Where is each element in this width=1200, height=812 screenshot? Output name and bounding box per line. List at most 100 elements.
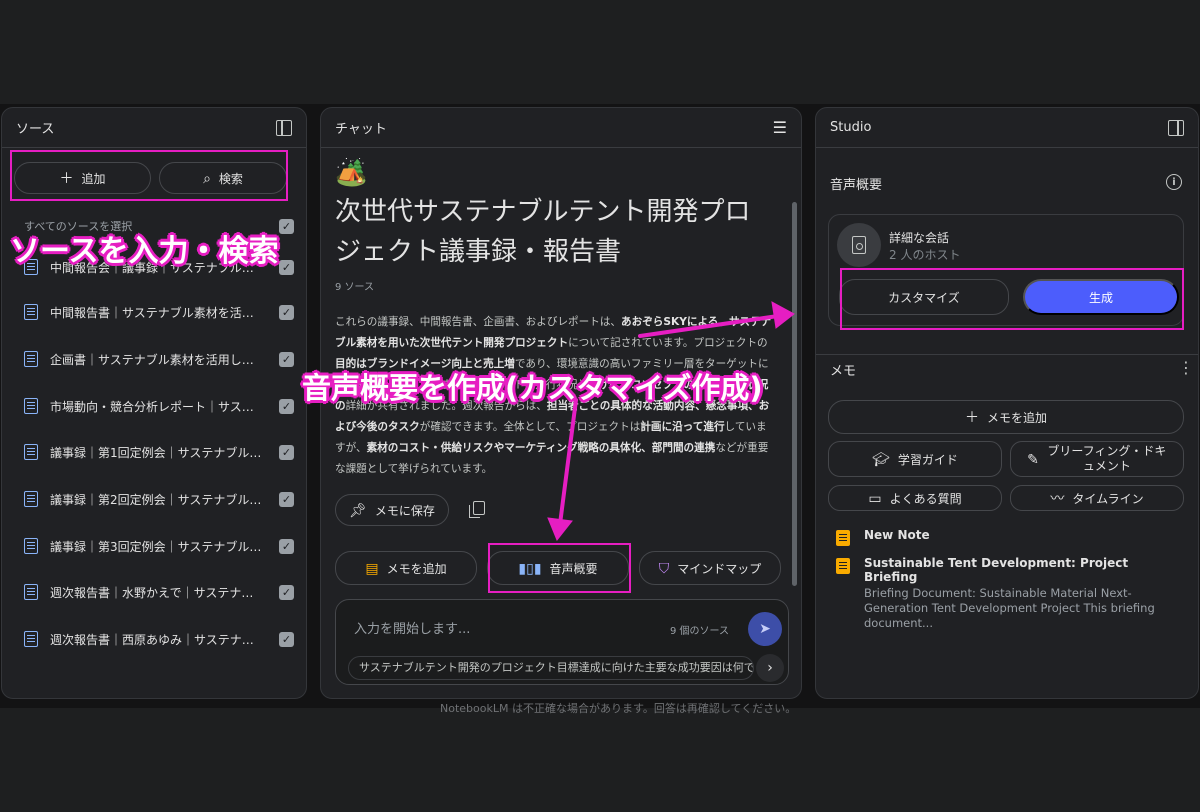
source-item[interactable]: 議事録｜第3回定例会｜サステナブル素材テント ✓ xyxy=(24,535,294,557)
source-highlight-box xyxy=(10,150,288,201)
source-checkbox[interactable]: ✓ xyxy=(279,491,294,507)
audio-card-subtitle: 2 人のホスト xyxy=(889,248,961,262)
document-icon xyxy=(24,538,38,554)
add-memo-button[interactable]: ▤ メモを追加 xyxy=(335,551,477,585)
chat-bubble-icon: ▭ xyxy=(868,490,882,506)
source-item[interactable]: 議事録｜第1回定例会｜サステナブル素材テント ✓ xyxy=(24,441,294,463)
briefing-doc-label: ブリーフィング・ドキュメント xyxy=(1047,444,1167,473)
source-item[interactable]: 中間報告書｜サステナブル素材を活用した次世代テント ✓ xyxy=(24,301,294,323)
section-divider xyxy=(816,354,1198,355)
chat-header: チャット ☰ xyxy=(321,108,801,148)
document-icon xyxy=(24,444,38,460)
timeline-button[interactable]: 〰 タイムライン xyxy=(1010,485,1184,511)
sources-header: ソース xyxy=(2,108,306,148)
studio-panel: Studio 音声概要 i 詳細な会話 2 人のホスト カスタマイズ 生成 メモ… xyxy=(815,107,1199,699)
source-label: 週次報告書｜水野かえで｜サステナブルテント xyxy=(50,585,264,600)
select-all-checkbox[interactable]: ✓ xyxy=(279,218,294,234)
add-memo-label: メモを追加 xyxy=(386,561,447,576)
source-count: 9 ソース xyxy=(335,282,375,293)
map-icon: ⛉ xyxy=(658,560,670,576)
save-to-memo-button[interactable]: 📌︎ メモに保存 xyxy=(335,494,449,526)
document-icon xyxy=(24,304,38,320)
faq-label: よくある質問 xyxy=(889,491,962,506)
source-checkbox[interactable]: ✓ xyxy=(279,259,294,275)
faq-button[interactable]: ▭ よくある質問 xyxy=(828,485,1002,511)
more-options-icon[interactable]: ⋮ xyxy=(1178,358,1194,377)
memo-type-buttons: 🎓︎ 学習ガイド ✎ ブリーフィング・ドキュメント ▭ よくある質問 〰 タイム… xyxy=(828,441,1184,511)
audio-callout-text: 音声概要を作成(カスタマイズ作成) xyxy=(302,371,763,405)
source-checkbox[interactable]: ✓ xyxy=(279,304,294,320)
source-label: 週次報告書｜西原あゆみ｜サステナブルテント xyxy=(50,632,264,647)
sources-title: ソース xyxy=(16,122,55,137)
mind-map-button[interactable]: ⛉ マインドマップ xyxy=(639,551,781,585)
chat-input[interactable]: 入力を開始します... xyxy=(354,618,470,637)
source-item[interactable]: 企画書｜サステナブル素材を活用した次世代テント ✓ xyxy=(24,348,294,370)
timeline-label: タイムライン xyxy=(1072,491,1144,506)
source-label: 企画書｜サステナブル素材を活用した次世代テント xyxy=(50,352,264,367)
studio-highlight-box xyxy=(840,268,1184,330)
briefing-doc-button[interactable]: ✎ ブリーフィング・ドキュメント xyxy=(1010,441,1184,477)
memo-section-title: メモ xyxy=(830,364,857,379)
copy-icon[interactable] xyxy=(469,501,485,518)
note-preview: Briefing Document: Sustainable Material … xyxy=(864,586,1155,630)
source-label: 市場動向・競合分析レポート｜サステナブルテント xyxy=(50,399,264,414)
footer-disclaimer: NotebookLM は不正確な場合があります。回答は再確認してください。 xyxy=(440,702,797,715)
chat-input-box[interactable]: 入力を開始します... 9 個のソース ➤ サステナブルテント開発のプロジェクト… xyxy=(335,599,789,685)
note-item[interactable]: New Note xyxy=(836,528,1176,546)
source-label: 議事録｜第3回定例会｜サステナブル素材テント xyxy=(50,539,264,554)
source-label: 議事録｜第1回定例会｜サステナブル素材テント xyxy=(50,445,264,460)
trend-line-icon: 〰 xyxy=(1050,490,1065,506)
note-icon xyxy=(836,558,850,574)
document-icon xyxy=(24,584,38,600)
collapse-panel-icon[interactable] xyxy=(1168,119,1184,136)
source-checkbox[interactable]: ✓ xyxy=(279,351,294,367)
source-checkbox[interactable]: ✓ xyxy=(279,538,294,554)
source-item[interactable]: 市場動向・競合分析レポート｜サステナブルテント ✓ xyxy=(24,395,294,417)
collapse-panel-icon[interactable] xyxy=(276,119,292,136)
document-icon xyxy=(24,491,38,507)
notebook-title: 次世代サステナブルテント開発プロジェクト議事録・報告書 xyxy=(335,197,751,267)
studio-header: Studio xyxy=(816,108,1198,148)
add-memo-studio-label: メモを追加 xyxy=(986,410,1047,425)
study-guide-button[interactable]: 🎓︎ 学習ガイド xyxy=(828,441,1002,477)
source-checkbox[interactable]: ✓ xyxy=(279,584,294,600)
note-icon xyxy=(836,530,850,546)
note-title: Sustainable Tent Development: Project Br… xyxy=(864,556,1129,584)
source-item[interactable]: 議事録｜第2回定例会｜サステナブル素材テント ✓ xyxy=(24,488,294,510)
pin-icon: 📌︎ xyxy=(349,502,367,518)
source-item[interactable]: 週次報告書｜水野かえで｜サステナブルテント ✓ xyxy=(24,581,294,603)
note-item[interactable]: Sustainable Tent Development: Project Br… xyxy=(836,556,1176,631)
document-icon xyxy=(24,398,38,414)
suggested-question[interactable]: サステナブルテント開発のプロジェクト目標達成に向けた主要な成功要因は何ですか？ xyxy=(348,656,754,680)
audio-card-title: 詳細な会話 xyxy=(889,231,950,245)
studio-title: Studio xyxy=(830,120,872,135)
speaker-icon xyxy=(837,223,881,267)
document-icon xyxy=(24,351,38,367)
document-edit-icon: ✎ xyxy=(1027,451,1039,467)
source-callout-text: ソースを入力・検索 xyxy=(10,234,279,269)
notebook-emoji: 🏕️ xyxy=(335,158,368,188)
source-label: 議事録｜第2回定例会｜サステナブル素材テント xyxy=(50,492,264,507)
plus-icon: ＋ xyxy=(964,409,979,425)
top-background xyxy=(0,0,1200,104)
document-icon xyxy=(24,631,38,647)
note-title: New Note xyxy=(864,528,930,542)
add-memo-studio-button[interactable]: ＋ メモを追加 xyxy=(828,400,1184,434)
mind-map-label: マインドマップ xyxy=(677,561,762,576)
study-guide-label: 学習ガイド xyxy=(897,452,958,467)
audio-section-title: 音声概要 xyxy=(830,178,883,193)
bottom-background xyxy=(0,708,1200,812)
chat-scrollbar[interactable] xyxy=(792,202,797,586)
source-checkbox[interactable]: ✓ xyxy=(279,631,294,647)
info-icon[interactable]: i xyxy=(1166,174,1182,190)
source-checkbox[interactable]: ✓ xyxy=(279,444,294,460)
tune-settings-icon[interactable]: ☰ xyxy=(773,119,787,136)
source-checkbox[interactable]: ✓ xyxy=(279,398,294,414)
input-source-count: 9 個のソース xyxy=(670,626,730,637)
chat-title-label: チャット xyxy=(335,122,387,137)
send-icon[interactable]: ➤ xyxy=(748,612,782,646)
chevron-right-icon[interactable]: › xyxy=(756,654,784,682)
source-label: 中間報告書｜サステナブル素材を活用した次世代テント xyxy=(50,305,264,320)
source-item[interactable]: 週次報告書｜西原あゆみ｜サステナブルテント ✓ xyxy=(24,628,294,650)
save-memo-label: メモに保存 xyxy=(374,503,435,518)
